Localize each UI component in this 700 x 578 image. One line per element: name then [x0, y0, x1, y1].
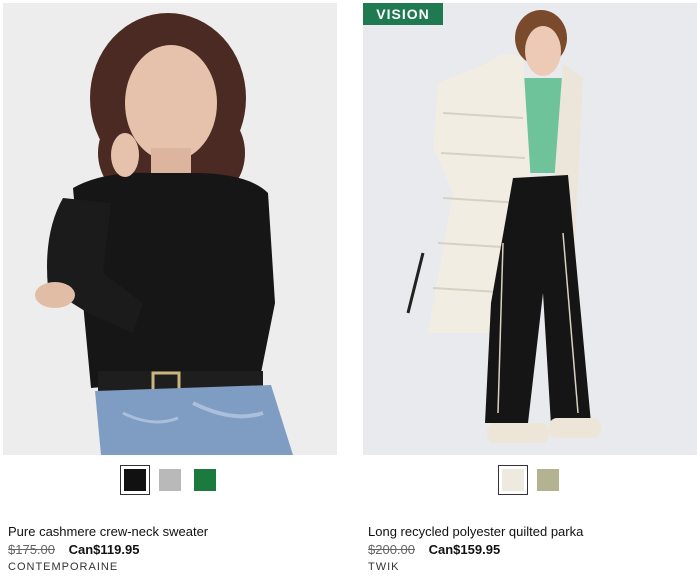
- swatch-chip: [537, 469, 559, 491]
- color-swatches: [363, 465, 697, 495]
- product-price: $175.00 Can$119.95: [8, 542, 139, 557]
- product-card-parka[interactable]: VISION Long recycled polyester quilted p…: [363, 0, 697, 578]
- original-price: $175.00: [8, 542, 55, 557]
- vision-badge: VISION: [363, 3, 443, 25]
- original-price: $200.00: [368, 542, 415, 557]
- sale-price: Can$119.95: [68, 542, 140, 557]
- color-swatch-black[interactable]: [120, 465, 150, 495]
- product-card-sweater[interactable]: Pure cashmere crew-neck sweater $175.00 …: [3, 0, 337, 578]
- color-swatch-cream[interactable]: [498, 465, 528, 495]
- sale-price: Can$159.95: [428, 542, 501, 557]
- swatch-chip: [194, 469, 216, 491]
- color-swatch-green[interactable]: [190, 465, 220, 495]
- product-image-parka[interactable]: [363, 3, 697, 455]
- swatch-chip: [502, 469, 524, 491]
- color-swatch-olive[interactable]: [533, 465, 563, 495]
- swatch-chip: [159, 469, 181, 491]
- swatch-chip: [124, 469, 146, 491]
- product-image-sweater[interactable]: [3, 3, 337, 455]
- product-brand: CONTEMPORAINE: [8, 561, 119, 573]
- product-brand: TWIK: [368, 561, 400, 573]
- product-price: $200.00 Can$159.95: [368, 542, 500, 557]
- product-name[interactable]: Pure cashmere crew-neck sweater: [8, 524, 208, 539]
- color-swatch-grey[interactable]: [155, 465, 185, 495]
- product-name[interactable]: Long recycled polyester quilted parka: [368, 524, 583, 539]
- color-swatches: [3, 465, 337, 495]
